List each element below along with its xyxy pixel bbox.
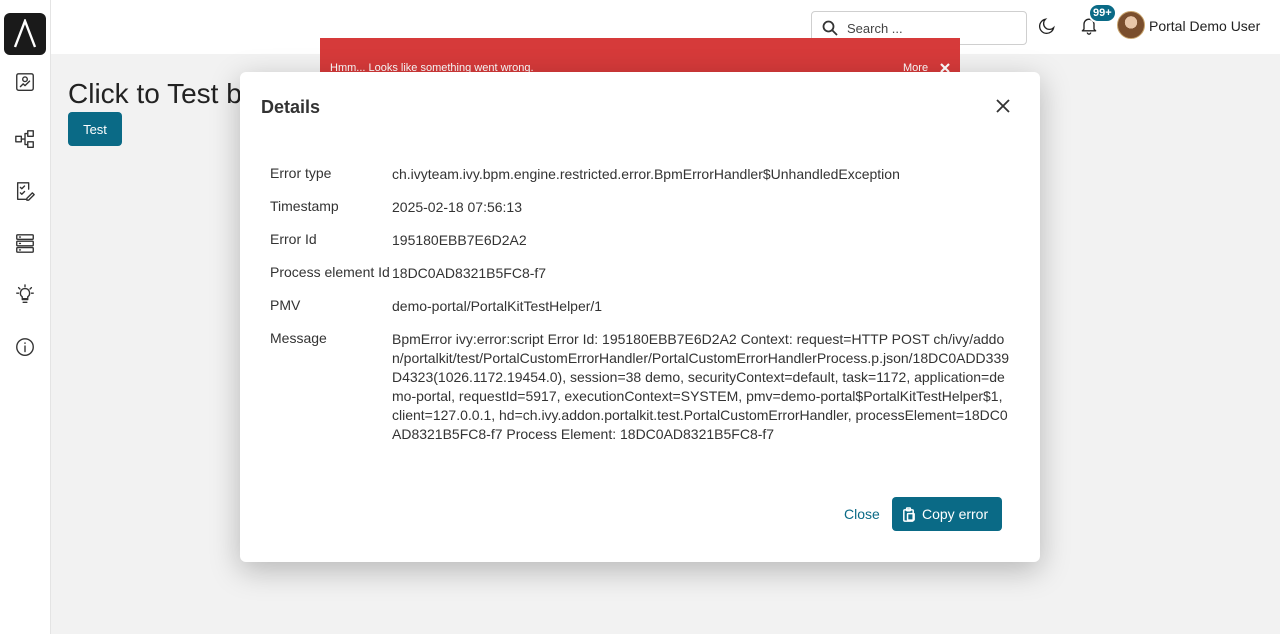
detail-value: 2025-02-18 07:56:13	[392, 199, 522, 215]
sidebar-item-dashboard[interactable]	[13, 70, 37, 94]
detail-value: BpmError ivy:error:script Error Id: 1951…	[392, 331, 1010, 442]
close-icon	[996, 99, 1010, 113]
task-icon	[16, 182, 35, 201]
detail-row-message: Message BpmError ivy:error:script Error …	[270, 330, 1010, 444]
detail-row-error-id: Error Id 195180EBB7E6D2A2	[270, 231, 1010, 250]
sidebar-item-statistics[interactable]	[13, 283, 37, 307]
search-icon	[822, 20, 838, 36]
dark-mode-toggle[interactable]	[1037, 16, 1059, 38]
detail-row-process-element-id: Process element Id 18DC0AD8321B5FC8-f7	[270, 264, 1010, 283]
copy-error-button[interactable]: Copy error	[892, 497, 1002, 531]
process-icon	[15, 130, 34, 148]
detail-row-error-type: Error type ch.ivyteam.ivy.bpm.engine.res…	[270, 165, 1010, 184]
avatar[interactable]	[1117, 11, 1145, 39]
username[interactable]: Portal Demo User	[1149, 18, 1260, 34]
detail-label: Error Id	[270, 231, 317, 247]
close-button[interactable]: Close	[844, 506, 880, 522]
app-logo[interactable]	[4, 13, 46, 55]
detail-label: Timestamp	[270, 198, 339, 214]
detail-label: Process element Id	[270, 264, 390, 280]
sidebar-item-cases[interactable]	[13, 231, 37, 255]
detail-label: PMV	[270, 297, 301, 313]
copy-error-label: Copy error	[922, 506, 989, 522]
test-button[interactable]: Test	[68, 112, 122, 146]
dashboard-icon	[16, 73, 34, 91]
detail-row-pmv: PMV demo-portal/PortalKitTestHelper/1	[270, 297, 1010, 316]
detail-value: ch.ivyteam.ivy.bpm.engine.restricted.err…	[392, 166, 900, 182]
detail-label: Message	[270, 330, 327, 346]
lightbulb-icon	[16, 284, 34, 304]
search-placeholder: Search ...	[847, 20, 903, 36]
sidebar-item-info[interactable]	[13, 335, 37, 359]
notification-badge: 99+	[1088, 3, 1117, 23]
detail-row-timestamp: Timestamp 2025-02-18 07:56:13	[270, 198, 1010, 217]
logo-icon	[13, 19, 37, 48]
sidebar-item-processes[interactable]	[13, 127, 37, 151]
clipboard-icon	[903, 506, 915, 522]
detail-label: Error type	[270, 165, 332, 181]
detail-value: 195180EBB7E6D2A2	[392, 232, 527, 248]
info-icon	[16, 338, 34, 356]
case-list-icon	[16, 234, 34, 253]
detail-value: demo-portal/PortalKitTestHelper/1	[392, 298, 603, 314]
sidebar	[0, 0, 51, 634]
dialog-title: Details	[261, 97, 321, 117]
sidebar-item-tasks[interactable]	[13, 179, 37, 203]
page-title: Click to Test b	[68, 78, 242, 109]
error-details-dialog: Details Error type ch.ivyteam.ivy.bpm.en…	[240, 72, 1040, 562]
detail-value: 18DC0AD8321B5FC8-f7	[392, 265, 547, 281]
dialog-close-button[interactable]	[996, 99, 1012, 115]
moon-icon	[1039, 18, 1055, 34]
